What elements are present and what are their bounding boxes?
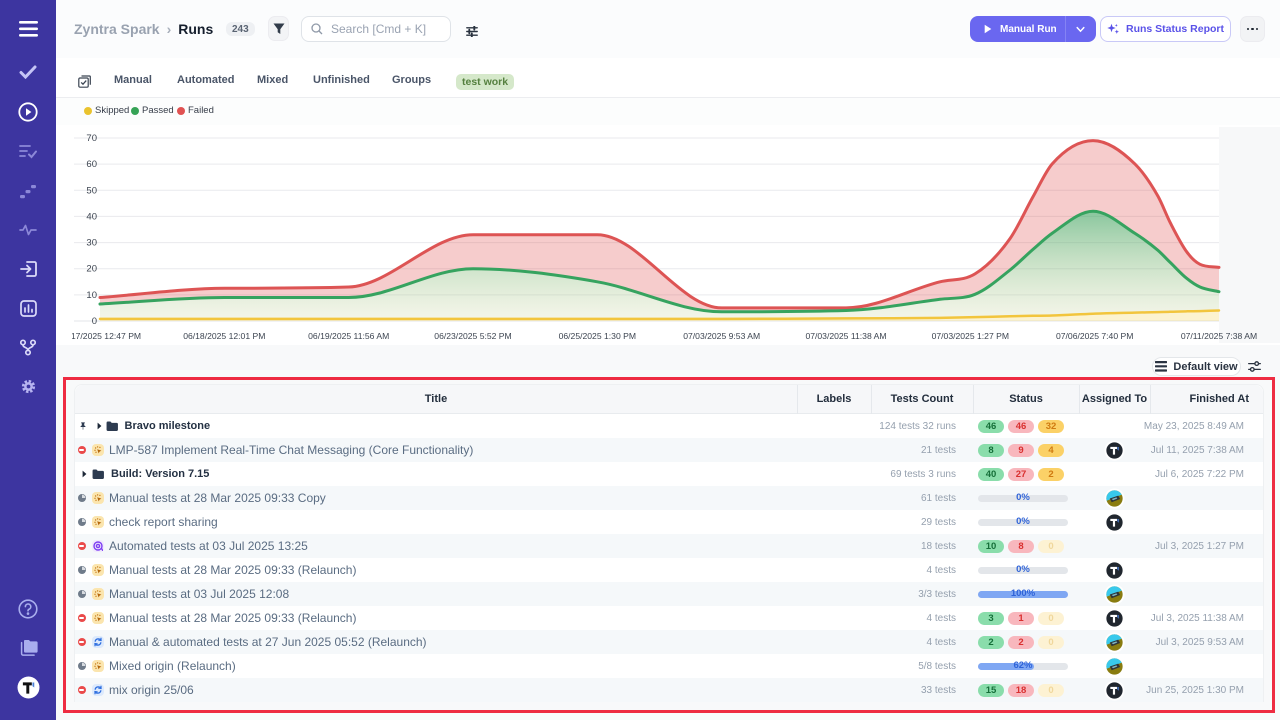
svg-text:06/23/2025 5:52 PM: 06/23/2025 5:52 PM xyxy=(434,331,511,341)
svg-text:07/11/2025 7:38 AM: 07/11/2025 7:38 AM xyxy=(1181,331,1257,341)
svg-text:60: 60 xyxy=(86,159,97,170)
svg-text:07/03/2025 11:38 AM: 07/03/2025 11:38 AM xyxy=(805,331,886,341)
svg-text:07/03/2025 9:53 AM: 07/03/2025 9:53 AM xyxy=(683,331,760,341)
svg-text:06/18/2025 12:01 PM: 06/18/2025 12:01 PM xyxy=(183,331,265,341)
svg-text:06/25/2025 1:30 PM: 06/25/2025 1:30 PM xyxy=(559,331,636,341)
svg-text:07/03/2025 1:27 PM: 07/03/2025 1:27 PM xyxy=(932,331,1009,341)
svg-text:0: 0 xyxy=(92,316,97,327)
svg-text:30: 30 xyxy=(86,238,97,249)
svg-text:06/17/2025 12:47 PM: 06/17/2025 12:47 PM xyxy=(72,331,141,341)
svg-text:70: 70 xyxy=(86,133,97,144)
svg-text:20: 20 xyxy=(86,264,97,275)
svg-text:10: 10 xyxy=(86,290,97,301)
svg-text:07/06/2025 7:40 PM: 07/06/2025 7:40 PM xyxy=(1056,331,1133,341)
svg-text:50: 50 xyxy=(86,185,97,196)
svg-text:06/19/2025 11:56 AM: 06/19/2025 11:56 AM xyxy=(308,331,389,341)
svg-text:40: 40 xyxy=(86,211,97,222)
